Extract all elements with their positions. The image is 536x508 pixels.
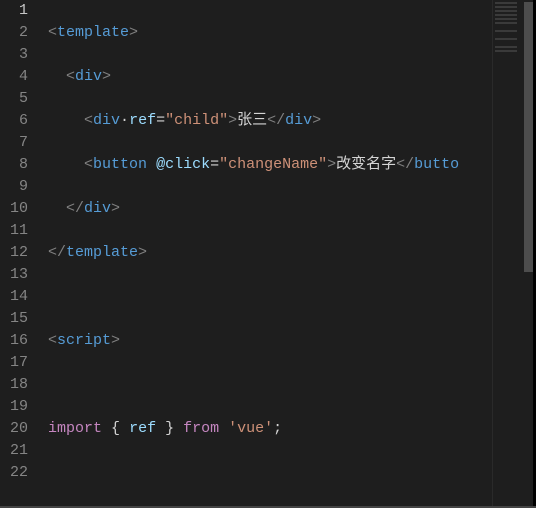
code-area[interactable]: <template> <div> <div·ref="child">张三</di… xyxy=(40,0,492,508)
code-editor[interactable]: 1 2 3 4 5 6 7 8 9 10 11 12 13 14 15 16 1… xyxy=(0,0,536,508)
code-line[interactable]: </template> xyxy=(48,242,492,264)
minimap[interactable] xyxy=(492,0,522,508)
line-number: 8 xyxy=(0,154,40,176)
code-line[interactable]: import { ref } from 'vue'; xyxy=(48,418,492,440)
line-number: 12 xyxy=(0,242,40,264)
line-number: 20 xyxy=(0,418,40,440)
line-number: 4 xyxy=(0,66,40,88)
line-number: 13 xyxy=(0,264,40,286)
line-number: 7 xyxy=(0,132,40,154)
line-number: 3 xyxy=(0,44,40,66)
code-line[interactable]: <template> xyxy=(48,22,492,44)
line-number: 16 xyxy=(0,330,40,352)
line-number: 22 xyxy=(0,462,40,484)
line-number: 14 xyxy=(0,286,40,308)
code-line[interactable] xyxy=(48,286,492,308)
line-number: 17 xyxy=(0,352,40,374)
line-number: 18 xyxy=(0,374,40,396)
code-line[interactable]: <button @click="changeName">改变名字</butto xyxy=(48,154,492,176)
line-number: 15 xyxy=(0,308,40,330)
line-number: 6 xyxy=(0,110,40,132)
line-number: 21 xyxy=(0,440,40,462)
line-number-gutter: 1 2 3 4 5 6 7 8 9 10 11 12 13 14 15 16 1… xyxy=(0,0,40,508)
code-line[interactable]: </div> xyxy=(48,198,492,220)
line-number: 10 xyxy=(0,198,40,220)
line-number: 9 xyxy=(0,176,40,198)
line-number: 11 xyxy=(0,220,40,242)
code-line[interactable] xyxy=(48,462,492,484)
line-number: 2 xyxy=(0,22,40,44)
code-line[interactable]: <div·ref="child">张三</div> xyxy=(48,110,492,132)
code-line[interactable]: <div> xyxy=(48,66,492,88)
code-line[interactable]: <script> xyxy=(48,330,492,352)
line-number: 1 xyxy=(0,0,40,22)
code-line[interactable] xyxy=(48,374,492,396)
line-number: 5 xyxy=(0,88,40,110)
line-number: 19 xyxy=(0,396,40,418)
